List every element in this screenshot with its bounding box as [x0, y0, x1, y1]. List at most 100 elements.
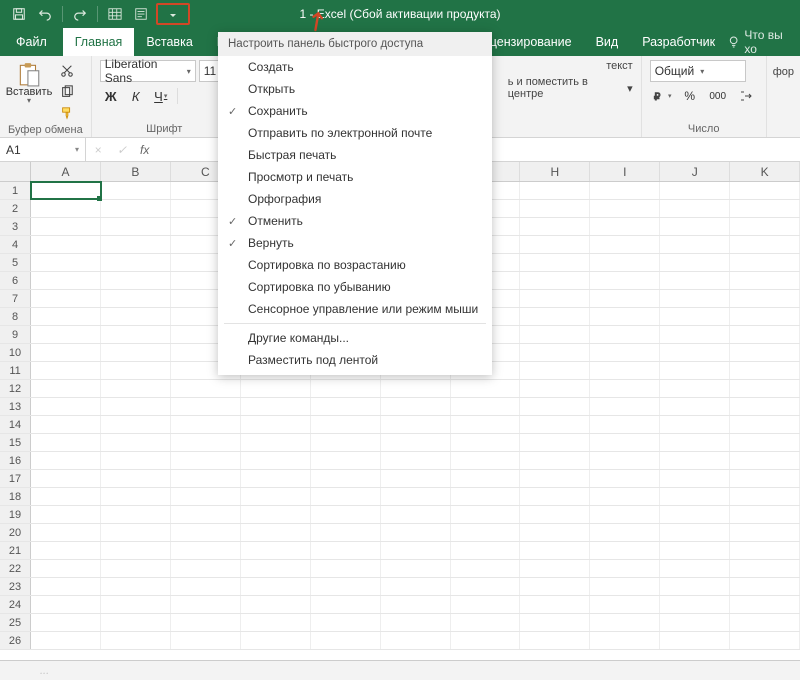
cell[interactable] [241, 578, 311, 595]
row-header[interactable]: 5 [0, 254, 31, 271]
font-name-combo[interactable]: Liberation Sans▾ [100, 60, 196, 82]
select-all-corner[interactable] [0, 162, 31, 181]
cell[interactable] [31, 524, 101, 541]
cell[interactable] [660, 632, 730, 649]
cell[interactable] [520, 578, 590, 595]
cut-icon[interactable] [56, 62, 78, 80]
cell[interactable] [590, 254, 660, 271]
cell[interactable] [590, 416, 660, 433]
cell[interactable] [311, 506, 381, 523]
cell[interactable] [660, 236, 730, 253]
cell[interactable] [381, 398, 451, 415]
cell[interactable] [381, 506, 451, 523]
cell[interactable] [381, 542, 451, 559]
tell-me-search[interactable]: Что вы хо [727, 28, 800, 56]
cell[interactable] [660, 182, 730, 199]
cell[interactable] [31, 506, 101, 523]
cell[interactable] [660, 470, 730, 487]
cell[interactable] [31, 254, 101, 271]
cell[interactable] [730, 398, 800, 415]
tab-developer[interactable]: Разработчик [630, 28, 727, 56]
confirm-formula-icon[interactable]: ✓ [110, 143, 134, 157]
cell[interactable] [730, 272, 800, 289]
underline-button[interactable]: Ч▾ [150, 86, 172, 106]
column-header[interactable]: J [660, 162, 730, 181]
cell[interactable] [590, 362, 660, 379]
merge-center-button[interactable]: ь и поместить в центре ▾ [508, 76, 633, 100]
cell[interactable] [660, 524, 730, 541]
cell[interactable] [381, 632, 451, 649]
cell[interactable] [171, 452, 241, 469]
row-header[interactable]: 23 [0, 578, 31, 595]
cell[interactable] [31, 272, 101, 289]
column-header[interactable]: K [730, 162, 800, 181]
cell[interactable] [590, 578, 660, 595]
cell[interactable] [101, 200, 171, 217]
cell[interactable] [730, 344, 800, 361]
cell[interactable] [520, 524, 590, 541]
cell[interactable] [101, 506, 171, 523]
cell[interactable] [451, 596, 521, 613]
cell[interactable] [311, 560, 381, 577]
cell[interactable] [730, 290, 800, 307]
qat-customize-dropdown[interactable] [156, 3, 190, 25]
cell[interactable] [171, 416, 241, 433]
cell[interactable] [590, 632, 660, 649]
cell[interactable] [241, 452, 311, 469]
cell[interactable] [730, 308, 800, 325]
cell[interactable] [241, 614, 311, 631]
cell[interactable] [730, 254, 800, 271]
cell[interactable] [31, 344, 101, 361]
cell[interactable] [730, 200, 800, 217]
cell[interactable] [520, 398, 590, 415]
cell[interactable] [31, 542, 101, 559]
cell[interactable] [520, 290, 590, 307]
row-header[interactable]: 16 [0, 452, 31, 469]
row-header[interactable]: 17 [0, 470, 31, 487]
cell[interactable] [31, 398, 101, 415]
cell[interactable] [171, 596, 241, 613]
cell[interactable] [381, 578, 451, 595]
menu-item[interactable]: ✓Отменить [218, 210, 492, 232]
cell[interactable] [660, 452, 730, 469]
cell[interactable] [101, 362, 171, 379]
cell[interactable] [520, 200, 590, 217]
cell[interactable] [101, 380, 171, 397]
cell[interactable] [660, 254, 730, 271]
cell[interactable] [730, 362, 800, 379]
cell[interactable] [171, 506, 241, 523]
cell[interactable] [451, 470, 521, 487]
cell[interactable] [101, 272, 171, 289]
cell[interactable] [101, 470, 171, 487]
cell[interactable] [171, 632, 241, 649]
cell[interactable] [241, 398, 311, 415]
cell[interactable] [31, 218, 101, 235]
row-header[interactable]: 11 [0, 362, 31, 379]
cell[interactable] [101, 614, 171, 631]
cell[interactable] [311, 470, 381, 487]
cell[interactable] [241, 488, 311, 505]
cell[interactable] [451, 380, 521, 397]
cell[interactable] [381, 380, 451, 397]
cell[interactable] [31, 380, 101, 397]
cell[interactable] [451, 416, 521, 433]
cell[interactable] [730, 218, 800, 235]
paste-button[interactable]: Вставить ▾ [8, 60, 50, 105]
cell[interactable] [730, 506, 800, 523]
column-header[interactable]: H [520, 162, 590, 181]
cell[interactable] [590, 200, 660, 217]
cell[interactable] [520, 326, 590, 343]
cell[interactable] [311, 632, 381, 649]
cell[interactable] [590, 290, 660, 307]
cell[interactable] [520, 236, 590, 253]
cell[interactable] [311, 524, 381, 541]
cell[interactable] [730, 614, 800, 631]
cell[interactable] [520, 542, 590, 559]
cell[interactable] [31, 326, 101, 343]
increase-decimal-button[interactable] [734, 86, 758, 106]
cell[interactable] [101, 434, 171, 451]
cell[interactable] [520, 596, 590, 613]
cell[interactable] [311, 578, 381, 595]
menu-item[interactable]: Другие команды... [218, 327, 492, 349]
cell[interactable] [451, 542, 521, 559]
